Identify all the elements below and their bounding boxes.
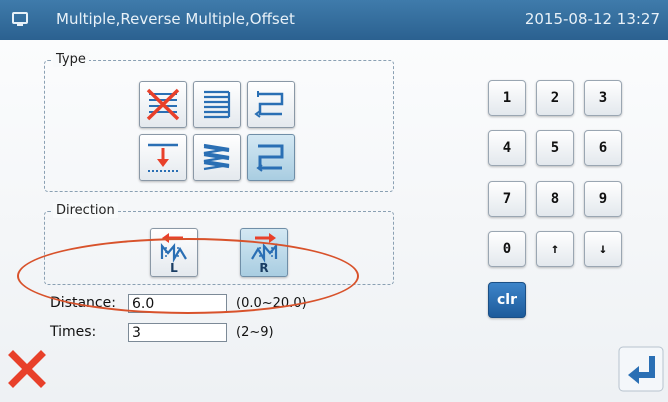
- screen-title: Multiple,Reverse Multiple,Offset: [56, 10, 295, 28]
- type-multiple-button[interactable]: [193, 81, 241, 128]
- key-0[interactable]: 0: [488, 231, 526, 267]
- times-input[interactable]: 3: [128, 323, 227, 342]
- direction-left-letter: L: [170, 261, 178, 275]
- type-none-icon: [146, 88, 180, 121]
- title-bar: Multiple,Reverse Multiple,Offset 2015-08…: [0, 0, 668, 40]
- distance-label: Distance:: [50, 295, 116, 311]
- enter-icon: [618, 346, 664, 392]
- key-4[interactable]: 4: [488, 130, 526, 166]
- key-1[interactable]: 1: [488, 80, 526, 116]
- direction-right-letter: R: [259, 261, 268, 275]
- direction-left-button[interactable]: L: [150, 228, 198, 277]
- direction-left-icon: L: [160, 233, 187, 275]
- datetime: 2015-08-12 13:27: [524, 10, 660, 28]
- key-5[interactable]: 5: [536, 130, 574, 166]
- type-offset-button[interactable]: [139, 134, 187, 181]
- cancel-button[interactable]: [6, 348, 48, 390]
- display-icon: [12, 12, 28, 26]
- distance-input[interactable]: 6.0: [128, 294, 227, 313]
- key-7[interactable]: 7: [488, 181, 526, 217]
- key-8[interactable]: 8: [536, 181, 574, 217]
- direction-right-icon: R: [251, 233, 278, 275]
- key-9[interactable]: 9: [584, 181, 622, 217]
- type-reverse-multiple-button[interactable]: [247, 81, 295, 128]
- key-6[interactable]: 6: [584, 130, 622, 166]
- clear-button[interactable]: clr: [488, 282, 526, 318]
- confirm-button[interactable]: [618, 346, 664, 392]
- times-range: (2~9): [236, 325, 274, 340]
- close-icon: [8, 350, 46, 388]
- type-zigzag-button[interactable]: [193, 134, 241, 181]
- type-reverse-offset-button[interactable]: [247, 134, 295, 181]
- type-none-button[interactable]: [139, 81, 187, 128]
- type-group-label: Type: [53, 52, 89, 67]
- key-2[interactable]: 2: [536, 80, 574, 116]
- direction-right-button[interactable]: R: [240, 228, 288, 277]
- type-reverse-multiple-icon: [254, 91, 284, 118]
- type-reverse-offset-icon: [256, 144, 284, 172]
- key-3[interactable]: 3: [584, 80, 622, 116]
- type-offset-icon: [148, 143, 178, 172]
- key-up-arrow[interactable]: ↑: [536, 231, 574, 267]
- direction-group-label: Direction: [53, 203, 118, 218]
- type-zigzag-icon: [203, 143, 230, 171]
- type-multiple-icon: [204, 90, 231, 119]
- times-label: Times:: [50, 324, 97, 340]
- direction-group: Direction: [44, 203, 394, 285]
- distance-range: (0.0~20.0): [236, 296, 307, 311]
- key-down-arrow[interactable]: ↓: [584, 231, 622, 267]
